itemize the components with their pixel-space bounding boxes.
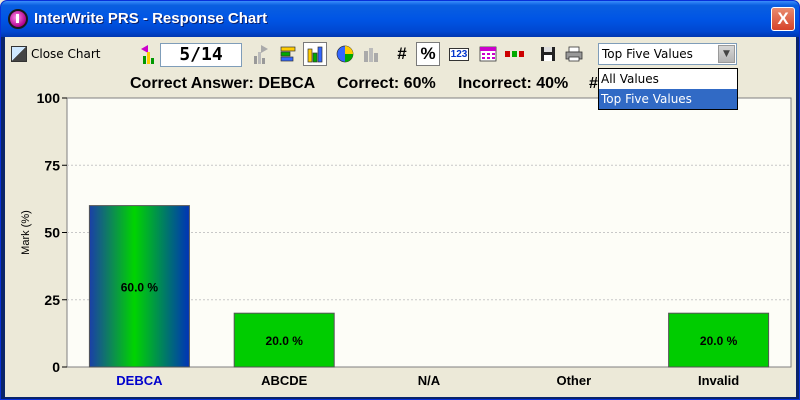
vertical-bar-chart-button[interactable] bbox=[303, 42, 327, 66]
percent-mode-button[interactable]: % bbox=[416, 42, 440, 66]
question-number-display: 5/14 bbox=[160, 43, 242, 67]
disabled-chart-button[interactable] bbox=[359, 42, 383, 66]
y-tick-label: 25 bbox=[44, 292, 60, 308]
previous-question-icon bbox=[141, 45, 154, 64]
hash-partial-text: # bbox=[589, 75, 598, 92]
printer-icon bbox=[565, 46, 583, 62]
interwrite-app-icon bbox=[8, 9, 28, 29]
bar-value-label: 60.0 % bbox=[121, 280, 159, 294]
dropdown-option-all-values[interactable]: All Values bbox=[599, 69, 737, 89]
x-category-label: N/A bbox=[418, 373, 441, 388]
y-tick-label: 75 bbox=[44, 157, 60, 173]
next-question-icon bbox=[254, 45, 268, 64]
client-area: Close Chart 5/14 # % 123 Top Five Values… bbox=[5, 37, 796, 397]
pie-chart-button[interactable] bbox=[333, 42, 357, 66]
toolbar: Close Chart 5/14 # % 123 Top Five Values… bbox=[5, 37, 796, 71]
x-category-label: DEBCA bbox=[116, 373, 163, 388]
numbering-button[interactable]: 123 bbox=[447, 42, 471, 66]
value-filter-select[interactable]: Top Five Values ▼ bbox=[598, 43, 737, 65]
y-tick-label: 50 bbox=[44, 225, 60, 241]
y-tick-label: 100 bbox=[37, 93, 61, 106]
close-chart-icon bbox=[11, 46, 27, 62]
title-bar[interactable]: InterWrite PRS - Response Chart X bbox=[1, 1, 799, 37]
calendar-icon bbox=[479, 46, 497, 62]
close-chart-button[interactable]: Close Chart bbox=[11, 42, 101, 66]
correct-percent-text: Correct: 60% bbox=[337, 75, 436, 92]
value-filter-dropdown: All Values Top Five Values bbox=[598, 68, 738, 110]
color-legend-icon bbox=[505, 51, 524, 57]
x-category-label: Invalid bbox=[698, 373, 739, 388]
y-tick-label: 0 bbox=[52, 359, 60, 375]
horizontal-bars-icon bbox=[280, 46, 296, 62]
bar-value-label: 20.0 % bbox=[700, 334, 738, 348]
response-bar-chart: 0 25 50 75 100 Mark (%) 60.0 % DEBCA 20.0 % ABCDE… bbox=[20, 93, 792, 388]
close-chart-label: Close Chart bbox=[31, 47, 101, 61]
horizontal-bar-chart-button[interactable] bbox=[277, 42, 301, 66]
calendar-view-button[interactable] bbox=[476, 42, 500, 66]
incorrect-percent-text: Incorrect: 40% bbox=[458, 75, 569, 92]
next-question-button[interactable] bbox=[248, 42, 272, 66]
chevron-down-icon[interactable]: ▼ bbox=[718, 45, 735, 63]
vertical-bars-icon bbox=[307, 46, 323, 63]
x-category-label: Other bbox=[556, 373, 591, 388]
response-chart-window: InterWrite PRS - Response Chart X Close … bbox=[0, 0, 800, 400]
previous-question-button[interactable] bbox=[137, 42, 161, 66]
x-category-label: ABCDE bbox=[261, 373, 308, 388]
bar-value-label: 20.0 % bbox=[266, 334, 304, 348]
select-current-value: Top Five Values bbox=[602, 47, 693, 61]
window-title: InterWrite PRS - Response Chart bbox=[34, 10, 268, 27]
floppy-disk-icon bbox=[541, 47, 555, 61]
numbering-icon: 123 bbox=[448, 47, 470, 61]
print-button[interactable] bbox=[562, 42, 586, 66]
grey-bars-icon bbox=[364, 48, 378, 62]
window-close-button[interactable]: X bbox=[771, 7, 795, 31]
dropdown-option-top-five[interactable]: Top Five Values bbox=[599, 89, 737, 109]
correct-answer-text: Correct Answer: DEBCA bbox=[130, 75, 316, 92]
y-axis-label: Mark (%) bbox=[20, 210, 32, 255]
save-button[interactable] bbox=[536, 42, 560, 66]
count-mode-button[interactable]: # bbox=[390, 42, 414, 66]
pie-chart-icon bbox=[336, 45, 354, 63]
legend-button[interactable] bbox=[503, 42, 527, 66]
